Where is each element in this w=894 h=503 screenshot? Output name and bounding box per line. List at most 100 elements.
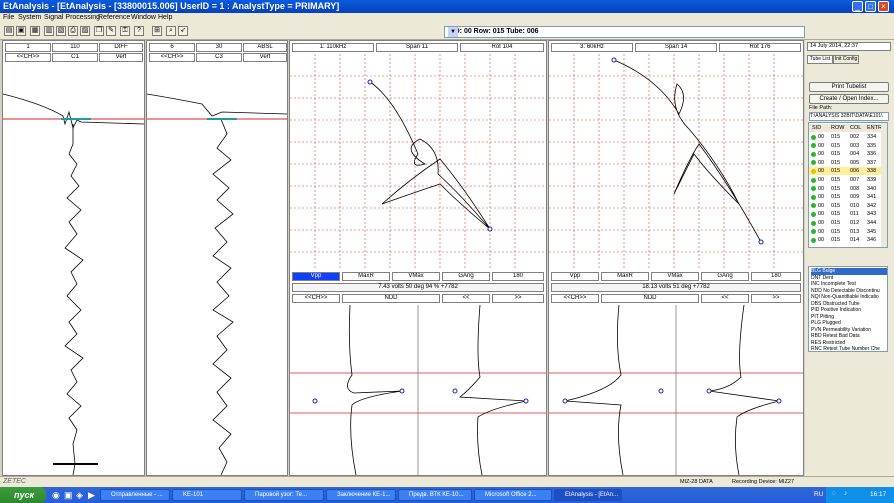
- strip2-trace[interactable]: [147, 64, 287, 475]
- tube-row[interactable]: 00 015 010 342: [809, 202, 883, 210]
- menu-signal-processing[interactable]: Signal Processing: [44, 14, 100, 21]
- lis2-ndd-button[interactable]: NDD: [601, 294, 699, 303]
- tube-list-scrollbar[interactable]: [881, 123, 887, 247]
- tube-row[interactable]: 00 015 012 344: [809, 219, 883, 227]
- lis1-rot[interactable]: Rot 104: [460, 43, 544, 52]
- task-outbox[interactable]: Отправленные - ...: [100, 489, 170, 501]
- create-open-index-button[interactable]: Create / Open Index...: [809, 94, 889, 104]
- lis1-prev-button[interactable]: <<: [442, 294, 490, 303]
- tube-row[interactable]: 00 015 006 338: [809, 167, 883, 176]
- strip1-orient[interactable]: Vert: [99, 53, 143, 62]
- lis2-angle-button[interactable]: 180: [751, 272, 801, 281]
- tube-row[interactable]: 00 015 014 346: [809, 236, 883, 244]
- indication-code-list[interactable]: BLG Bulge DNT Dent INC Incomplete Test NDD …: [808, 266, 888, 352]
- tab-init-config[interactable]: Init Config: [833, 55, 859, 64]
- close-button[interactable]: ×: [878, 1, 889, 12]
- strip2-mode[interactable]: ABSL: [243, 43, 287, 52]
- tube-row[interactable]: 00 015 008 340: [809, 185, 883, 193]
- lis1-freq[interactable]: 1: 110kHz: [292, 43, 374, 52]
- lis1-maxr-button[interactable]: MaxR: [342, 272, 390, 281]
- strip2-ch-nav[interactable]: <<CH>>: [149, 53, 195, 62]
- lis2-rot[interactable]: Rot 176: [719, 43, 801, 52]
- task-steam-unit[interactable]: Паровой узог: Те...: [244, 489, 324, 501]
- lis1-plot[interactable]: [290, 54, 546, 270]
- start-button[interactable]: пуск: [0, 487, 46, 503]
- maximize-button[interactable]: □: [865, 1, 876, 12]
- graph-icon[interactable]: ▧: [56, 26, 66, 36]
- file-path-field[interactable]: T:\ANALYSIS 32BIT\DATA\E101\: [809, 112, 889, 121]
- lis2-gang-button[interactable]: GAng: [701, 272, 749, 281]
- lis1-ndd-button[interactable]: NDD: [342, 294, 440, 303]
- lis1-ch-nav[interactable]: <<CH>>: [292, 294, 340, 303]
- strip1-config[interactable]: C1: [52, 53, 98, 62]
- tube-list[interactable]: SID ROW COL ENTR 00 015 002 334 00 015 003 335 0…: [808, 122, 888, 248]
- strip2-config[interactable]: C3: [196, 53, 242, 62]
- lis1-strips[interactable]: [290, 305, 546, 475]
- tube-row[interactable]: 00 015 011 343: [809, 210, 883, 218]
- lis2-span[interactable]: Span 14: [635, 43, 717, 52]
- tool-icon[interactable]: ✎: [106, 26, 116, 36]
- lis2-maxr-button[interactable]: MaxR: [601, 272, 649, 281]
- lis1-gang-button[interactable]: GAng: [442, 272, 490, 281]
- language-indicator[interactable]: RU: [814, 491, 823, 498]
- lis2-plot[interactable]: [549, 54, 803, 270]
- tube-row[interactable]: 00 015 003 335: [809, 142, 883, 150]
- layout-icon[interactable]: ⊞: [152, 26, 162, 36]
- lis2-freq[interactable]: 3: 60kHz: [551, 43, 633, 52]
- grid-icon[interactable]: ▦: [30, 26, 40, 36]
- tab-tube-list[interactable]: Tube List: [807, 55, 833, 64]
- lis2-strips[interactable]: [549, 305, 803, 475]
- lis2-ch-nav[interactable]: <<CH>>: [551, 294, 599, 303]
- task-office[interactable]: Microsoft Office 2...: [474, 489, 552, 501]
- lis2-vpp-button[interactable]: Vpp: [551, 272, 599, 281]
- copy-icon[interactable]: ❐: [94, 26, 104, 36]
- print-icon[interactable]: ⎙: [68, 26, 78, 36]
- zoom-icon[interactable]: ⌕: [166, 26, 176, 36]
- volume-icon[interactable]: ♪: [844, 490, 847, 497]
- strip1-ch-nav[interactable]: <<CH>>: [5, 53, 51, 62]
- media-icon[interactable]: ▶: [88, 490, 95, 501]
- strip1-trace[interactable]: [3, 64, 144, 475]
- lis2-prev-button[interactable]: <<: [701, 294, 749, 303]
- minimize-button[interactable]: _: [852, 1, 863, 12]
- tray-icon[interactable]: ◌: [832, 490, 836, 497]
- sid-selector[interactable]: SID: 00 Row: 015 Tube: 006 ▼: [444, 26, 805, 38]
- lis2-next-button[interactable]: >>: [751, 294, 801, 303]
- lis2-vmax-button[interactable]: VMax: [651, 272, 699, 281]
- tube-row[interactable]: 00 015 005 337: [809, 159, 883, 167]
- quicklaunch-icon[interactable]: ◉: [52, 490, 60, 501]
- tube-row[interactable]: 00 015 013 345: [809, 228, 883, 236]
- menu-reference[interactable]: Reference: [98, 14, 130, 21]
- tube-row[interactable]: 00 015 009 341: [809, 193, 883, 201]
- help-icon[interactable]: ?: [134, 26, 144, 36]
- lis1-angle-button[interactable]: 180: [492, 272, 544, 281]
- task-report[interactable]: Заключение КЕ-1...: [326, 489, 396, 501]
- chart-icon[interactable]: ▨: [80, 26, 90, 36]
- task-etanalysis[interactable]: EtAnalysis - [EtAn...: [554, 489, 622, 501]
- menu-system[interactable]: System: [18, 14, 41, 21]
- chevron-down-icon[interactable]: ▼: [448, 27, 458, 37]
- lis1-vpp-button[interactable]: Vpp: [292, 272, 340, 281]
- strip1-mode[interactable]: DIFF: [99, 43, 143, 52]
- save-icon[interactable]: ▣: [16, 26, 26, 36]
- print-tubelist-button[interactable]: Print Tubelist: [809, 82, 889, 92]
- strip1-span[interactable]: 110: [52, 43, 98, 52]
- lis1-vmax-button[interactable]: VMax: [392, 272, 440, 281]
- tube-row[interactable]: 00 015 002 334: [809, 133, 883, 141]
- lis1-span[interactable]: Span 11: [376, 43, 458, 52]
- explorer-icon[interactable]: ◈: [76, 490, 83, 501]
- desktop-icon[interactable]: ▣: [64, 490, 73, 501]
- strip2-channel[interactable]: 6: [149, 43, 195, 52]
- strip2-span[interactable]: 30: [196, 43, 242, 52]
- menu-file[interactable]: File: [3, 14, 14, 21]
- tube-row[interactable]: 00 015 004 336: [809, 150, 883, 158]
- task-ke101[interactable]: KE-101: [172, 489, 242, 501]
- pointer-icon[interactable]: ➶: [178, 26, 188, 36]
- lis1-next-button[interactable]: >>: [492, 294, 544, 303]
- tube-row[interactable]: 00 015 007 339: [809, 176, 883, 184]
- indication-code-item[interactable]: RNC Retest Tube Number Che: [811, 346, 880, 351]
- menu-window[interactable]: Window: [131, 14, 156, 21]
- lock-icon[interactable]: ⚿: [120, 26, 130, 36]
- strip1-channel[interactable]: 1: [5, 43, 51, 52]
- open-icon[interactable]: ▤: [4, 26, 14, 36]
